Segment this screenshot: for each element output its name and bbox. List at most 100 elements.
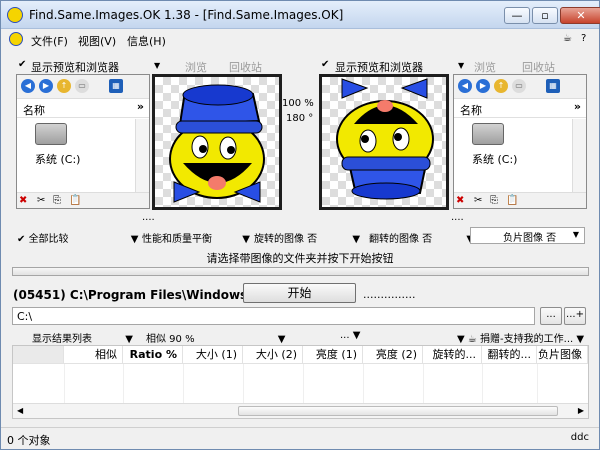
results-header-0[interactable] <box>13 346 64 364</box>
start-button[interactable]: 开始 <box>243 283 356 303</box>
progress-bar <box>12 267 589 276</box>
results-header-6[interactable]: 亮度 (2) <box>363 346 423 364</box>
results-header-2[interactable]: Ratio % <box>123 346 183 364</box>
menu-info[interactable]: 信息(H) <box>127 33 166 49</box>
folder-path-input[interactable]: C:\ <box>12 307 535 325</box>
left-recycle-bin-link[interactable]: 回收站 <box>229 59 262 75</box>
right-browse-link[interactable]: 浏览 <box>474 59 496 75</box>
results-header-3[interactable]: 大小 (1) <box>183 346 243 364</box>
right-drive-icon[interactable] <box>472 123 504 145</box>
maximize-button[interactable]: ▫ <box>532 7 558 24</box>
left-folder-browser: ◀ ▶ ↑ ▭ ▦ 名称 » 系统 (C:) ✖ ✂ ⎘ 📋 <box>16 74 150 209</box>
select-arrow-icon[interactable]: ▼ <box>573 230 579 239</box>
splitter-dots-right[interactable]: .... <box>451 212 464 223</box>
help-icon[interactable]: ☕ <box>563 33 572 44</box>
results-ellipsis[interactable]: ... ▼ <box>340 330 360 341</box>
right-up-folder-icon[interactable]: ↑ <box>494 79 508 93</box>
results-header-9[interactable]: 负片图像 <box>537 346 588 364</box>
similarity-threshold[interactable]: 相似 90 % ▼ <box>146 330 285 345</box>
show-preview-check-icon[interactable]: ✔ <box>18 59 26 70</box>
left-show-preview-label[interactable]: 显示预览和浏览器 <box>31 59 119 75</box>
grid-line <box>482 364 483 404</box>
right-name-column[interactable]: 名称 » <box>454 100 586 118</box>
right-folder-icon[interactable]: ▭ <box>512 79 526 93</box>
delete-icon[interactable]: ✖ <box>19 195 27 206</box>
back-icon[interactable]: ◀ <box>21 79 35 93</box>
donate-link[interactable]: ▼ ☕ 捐赠-支持我的工作... ▼ <box>457 330 584 345</box>
add-folder-button[interactable]: ...+ <box>564 307 586 325</box>
copy-icon[interactable]: ⎘ <box>53 195 61 206</box>
rotation-angle: 180 ° <box>286 113 314 124</box>
grid-line <box>537 364 538 404</box>
up-folder-icon[interactable]: ↑ <box>57 79 71 93</box>
results-header-8[interactable]: 翻转的... <box>482 346 537 364</box>
scroll-thumb[interactable] <box>238 406 558 416</box>
scroll-left-icon[interactable]: ◀ <box>17 406 23 415</box>
flipped-images-option[interactable]: 翻转的图像 否 ▼ <box>369 230 474 245</box>
browse-folder-button[interactable]: ... <box>540 307 562 325</box>
minimize-button[interactable]: — <box>504 7 530 24</box>
negative-image-select[interactable]: 负片图像 否 ▼ <box>470 227 585 244</box>
right-folder-browser: ◀ ▶ ↑ ▭ ▦ 名称 » 系统 (C:) ✖ ✂ ⎘ 📋 <box>453 74 587 209</box>
status-object-count: 0 个对象 <box>7 434 51 447</box>
right-pane-toolbar: ✔ 显示预览和浏览器 ▼ 浏览 回收站 <box>301 57 599 75</box>
close-button[interactable]: ✕ <box>560 7 600 24</box>
more-columns-icon[interactable]: » <box>137 100 144 113</box>
right-show-preview-check-icon[interactable]: ✔ <box>321 59 329 70</box>
status-bar: 0 个对象 ddc <box>1 427 599 449</box>
menu-view[interactable]: 视图(V) <box>78 33 116 49</box>
results-horizontal-scrollbar[interactable]: ◀ ▶ <box>13 403 588 418</box>
results-table[interactable]: 相似 Ratio % 大小 (1) 大小 (2) 亮度 (1) 亮度 (2) 旋… <box>12 345 589 419</box>
splitter-dots[interactable]: .... <box>142 212 155 223</box>
menu-bar: 文件(F) 视图(V) 信息(H) ☕ ? <box>1 30 599 50</box>
instruction-text: 请选择带图像的文件夹并按下开始按钮 <box>206 252 394 265</box>
left-nav-bar: ◀ ▶ ↑ ▭ ▦ <box>17 75 149 99</box>
right-browser-scrollbar[interactable] <box>572 119 586 193</box>
left-image-preview <box>152 74 282 210</box>
right-paste-icon[interactable]: 📋 <box>506 195 518 206</box>
right-recycle-bin-link[interactable]: 回收站 <box>522 59 555 75</box>
right-forward-icon[interactable]: ▶ <box>476 79 490 93</box>
quality-balance-option[interactable]: 性能和质量平衡 ▼ <box>142 230 250 245</box>
results-header-7[interactable]: 旋转的... <box>423 346 482 364</box>
paste-icon[interactable]: 📋 <box>69 195 81 206</box>
results-header-4[interactable]: 大小 (2) <box>243 346 303 364</box>
left-browser-actions: ✖ ✂ ⎘ 📋 <box>17 192 149 208</box>
left-drive-icon[interactable] <box>35 123 67 145</box>
results-header-5[interactable]: 亮度 (1) <box>303 346 363 364</box>
question-icon[interactable]: ? <box>581 33 586 44</box>
left-name-column[interactable]: 名称 » <box>17 100 149 118</box>
grid-line <box>363 364 364 404</box>
right-drive-label[interactable]: 系统 (C:) <box>472 151 517 167</box>
grid-line <box>183 364 184 404</box>
right-image-preview <box>319 74 449 210</box>
compare-all-option[interactable]: ✔ 全部比较 ▼ <box>17 230 138 245</box>
left-drive-label[interactable]: 系统 (C:) <box>35 151 80 167</box>
app-menu-icon[interactable] <box>9 32 23 46</box>
left-pane-toolbar: ✔ 显示预览和浏览器 ▼ 浏览 回收站 <box>1 57 301 75</box>
right-view-mode-icon[interactable]: ▦ <box>546 79 560 93</box>
dropdown-arrow-icon[interactable]: ▼ <box>154 61 160 70</box>
view-mode-icon[interactable]: ▦ <box>109 79 123 93</box>
results-header-1[interactable]: 相似 <box>64 346 123 364</box>
window-title: Find.Same.Images.OK 1.38 - [Find.Same.Im… <box>29 8 344 22</box>
cut-icon[interactable]: ✂ <box>37 195 45 206</box>
right-delete-icon[interactable]: ✖ <box>456 195 464 206</box>
right-cut-icon[interactable]: ✂ <box>474 195 482 206</box>
dotted-indicator: ............... <box>363 288 416 301</box>
forward-icon[interactable]: ▶ <box>39 79 53 93</box>
rotated-images-option[interactable]: 旋转的图像 否 ▼ <box>254 230 360 245</box>
grid-line <box>243 364 244 404</box>
right-dropdown-arrow-icon[interactable]: ▼ <box>458 61 464 70</box>
folder-icon[interactable]: ▭ <box>75 79 89 93</box>
right-show-preview-label[interactable]: 显示预览和浏览器 <box>335 59 423 75</box>
scroll-right-icon[interactable]: ▶ <box>578 406 584 415</box>
left-browse-link[interactable]: 浏览 <box>185 59 207 75</box>
donate-icon: ☕ <box>467 334 477 345</box>
left-browser-scrollbar[interactable] <box>135 119 149 193</box>
right-copy-icon[interactable]: ⎘ <box>490 195 498 206</box>
right-more-columns-icon[interactable]: » <box>574 100 581 113</box>
menu-file[interactable]: 文件(F) <box>31 33 68 49</box>
results-list-label[interactable]: 显示结果列表 ▼ <box>32 330 133 345</box>
right-back-icon[interactable]: ◀ <box>458 79 472 93</box>
